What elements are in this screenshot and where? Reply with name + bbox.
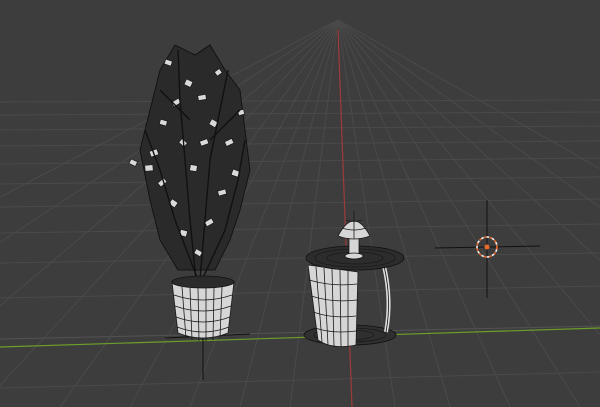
viewport-canvas[interactable] xyxy=(0,0,600,407)
3d-cursor[interactable] xyxy=(434,200,541,298)
potted-plant[interactable] xyxy=(128,44,251,380)
y-axis-line xyxy=(337,29,353,407)
side-table-with-lamp[interactable] xyxy=(303,211,405,348)
crosshair-icon xyxy=(484,244,490,250)
plant-pot xyxy=(171,275,235,342)
floor-grid xyxy=(0,19,600,407)
plant-foliage xyxy=(128,44,251,281)
3d-viewport[interactable] xyxy=(0,0,600,407)
